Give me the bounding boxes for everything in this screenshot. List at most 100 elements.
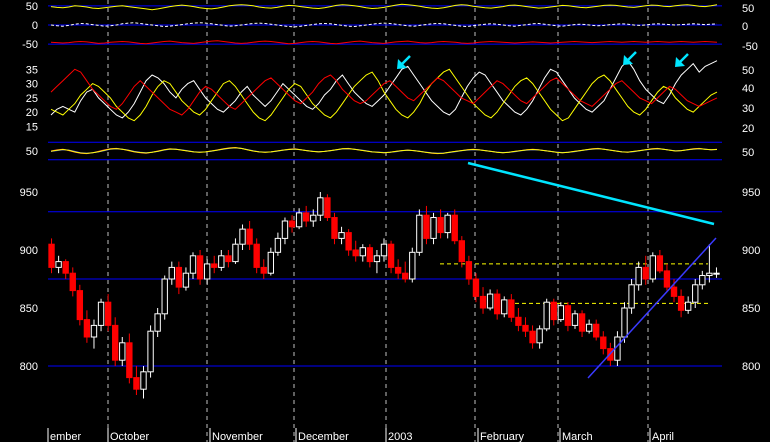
candle-body [161,278,168,315]
tick-label: 50 [26,1,38,13]
candle-body [387,243,395,268]
candle-body [154,313,161,332]
candle-body [168,266,175,280]
price-tick-label: 800 [20,361,38,373]
candle-body [338,232,345,239]
tick-label: 50 [742,65,754,77]
candle-body [253,243,260,268]
tick-label: 35 [26,64,38,76]
price-tick-label: 850 [742,303,760,315]
candle-body [104,301,112,326]
candle-body [706,272,713,277]
candle-body [310,214,317,222]
candle-body [437,217,444,234]
candle-body [656,255,664,272]
candle-body [232,243,239,263]
tick-label: 25 [26,93,38,105]
candle-body [211,263,218,268]
candle-body [550,301,557,321]
candle-body [239,228,246,245]
candle-body [69,272,76,292]
candle-body [621,307,628,338]
candle-body [246,228,253,245]
candle-body [479,295,487,309]
candle-body [571,313,579,326]
tick-label: 50 [742,147,754,159]
candle-body [196,255,204,280]
price-tick-label: 950 [742,187,760,199]
candle-body [585,323,593,332]
price-tick-label: 800 [742,361,760,373]
candle-body [62,261,69,274]
candle-body [501,299,508,315]
x-axis-label: April [652,431,674,442]
candle-body [649,255,656,280]
candle-body [458,240,465,263]
candle-body [423,214,430,239]
tick-label: 50 [26,146,38,158]
stock-chart: 50 0 -50 50 0 -50 35 30 25 20 15 50 40 30 20 50 50 950 950… [0,0,770,442]
candle-body [345,232,352,251]
price-tick-label: 850 [20,303,38,315]
candle-body [112,324,119,361]
candle-body [373,255,381,263]
candle-body [97,301,105,326]
candle-body [119,342,126,361]
candle-body [295,212,303,228]
candle-body [529,330,536,344]
candle-body [317,197,324,216]
tick-label: 30 [26,79,38,91]
tick-label: 50 [742,3,754,15]
candle-body [48,243,55,268]
candle-body [83,319,91,338]
candle-body [486,293,494,309]
candle-body [642,266,649,280]
candle-body [508,299,515,318]
candle-body [260,266,267,274]
candle-body [133,377,140,390]
candle-body [465,261,473,280]
candle-body [366,247,374,263]
candle-body [380,243,388,257]
price-tick-label: 900 [20,245,38,257]
candle-body [175,266,183,288]
tick-label: 20 [742,123,754,135]
candle-body [543,301,550,330]
candle-body [493,293,501,315]
candle-body [522,324,529,332]
candle-body [430,217,437,239]
tick-label: 40 [742,83,754,95]
x-axis-label: February [480,431,525,442]
candle-body [352,249,359,257]
tick-label: -50 [742,41,758,53]
candle-body [409,251,416,280]
candle-body [394,266,402,274]
candle-body [692,284,699,303]
candle-body [713,272,720,275]
x-axis-label: ember [50,431,82,442]
candle-body [444,214,451,234]
candle-body [578,313,586,332]
chart-background [0,0,770,442]
candle-body [564,305,572,326]
candle-body [126,342,133,379]
candle-body [677,295,685,311]
candle-body [203,263,211,280]
candle-body [189,255,197,274]
candle-body [274,237,282,253]
candle-body [451,214,458,242]
candle-body [140,371,147,390]
candle-body [324,197,331,219]
price-tick-label: 900 [742,245,760,257]
candle-body [90,324,98,338]
x-axis-label: 2003 [388,431,412,442]
candle-body [359,247,366,257]
x-axis-label: March [562,431,593,442]
tick-label: 0 [32,20,38,32]
candle-body [515,316,522,326]
candle-body [699,275,706,286]
candle-body [536,328,543,344]
candle-body [267,251,275,274]
candle-body [600,336,607,350]
candle-body [416,214,423,253]
